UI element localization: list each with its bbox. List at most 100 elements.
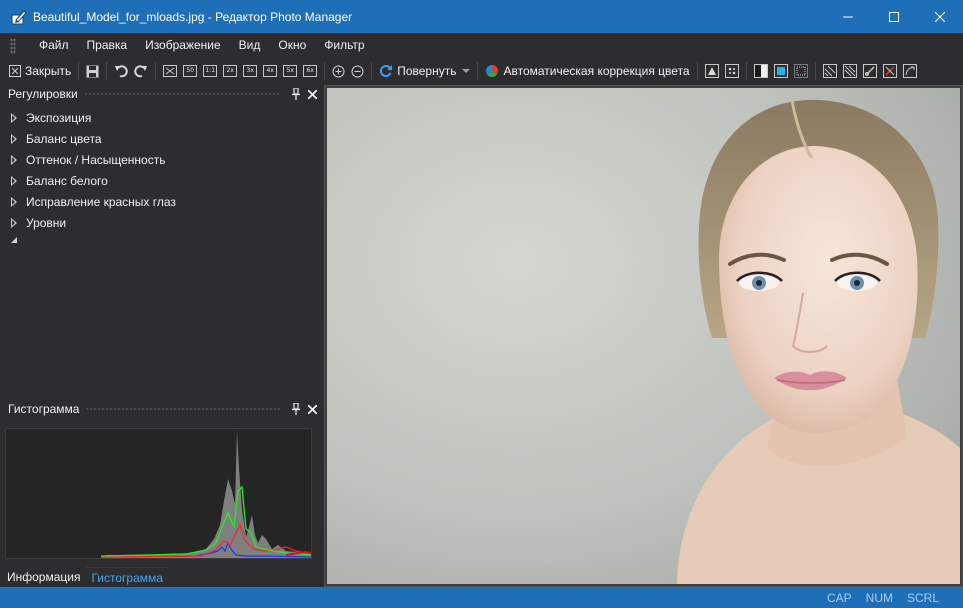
frame-button[interactable]	[771, 60, 791, 82]
zoom-in-icon	[332, 65, 345, 77]
adjustments-panel-header[interactable]: Регулировки	[3, 85, 319, 103]
maximize-button[interactable]	[871, 0, 917, 33]
zoom-50-label: 50	[183, 65, 198, 77]
menu-window[interactable]: Окно	[269, 33, 315, 58]
histogram-svg	[6, 431, 312, 558]
effect-button-2[interactable]	[840, 60, 860, 82]
grid-icon	[793, 64, 808, 78]
zoom-in-button[interactable]	[329, 60, 348, 82]
toolbar-separator	[78, 62, 80, 80]
invert-button[interactable]	[751, 60, 771, 82]
window-title: Beautiful_Model_for_mloads.jpg - Редакто…	[33, 9, 353, 24]
zoom-out-button[interactable]	[348, 60, 367, 82]
tab-information[interactable]: Информация	[3, 567, 84, 587]
zoom-6x-label: 6x	[303, 65, 318, 77]
status-scroll-lock: SCRL	[906, 590, 939, 605]
maximize-icon	[889, 11, 899, 22]
adjustment-item-label: Исправление красных глаз	[26, 194, 176, 209]
rotate-icon	[380, 65, 393, 77]
zoom-1-1-label: 1:1	[203, 65, 218, 77]
close-image-button[interactable]: Закрыть	[6, 60, 74, 82]
menu-file[interactable]: Файл	[30, 33, 78, 58]
close-box-icon	[9, 65, 21, 77]
close-panel-button[interactable]	[305, 87, 319, 101]
expand-arrow-icon	[11, 196, 17, 207]
fit-to-window-button[interactable]	[160, 60, 180, 82]
expand-arrow-icon	[11, 112, 17, 123]
effect-button-1[interactable]	[820, 60, 840, 82]
adjustment-item-exposure[interactable]: Экспозиция	[8, 107, 308, 128]
adjustment-item-color-balance[interactable]: Баланс цвета	[8, 128, 308, 149]
adjustment-item-label: Экспозиция	[26, 110, 92, 125]
histogram-graph	[5, 428, 312, 559]
menu-view[interactable]: Вид	[230, 33, 270, 58]
zoom-6x-button[interactable]: 6x	[300, 60, 320, 82]
histogram-panel-header[interactable]: Гистограмма	[3, 400, 319, 418]
zoom-50-button[interactable]: 50	[180, 60, 200, 82]
close-panel-button[interactable]	[305, 402, 319, 416]
left-dock-pane: Регулировки Экспозиция Баланс цвета Отте…	[0, 85, 322, 587]
toolbar-separator	[814, 62, 816, 80]
sharpen-icon	[704, 64, 719, 78]
undo-icon	[115, 65, 128, 78]
tab-histogram[interactable]: Гистограмма	[86, 567, 168, 587]
title-bar[interactable]: Beautiful_Model_for_mloads.jpg - Редакто…	[0, 0, 963, 33]
effect-button-4[interactable]	[880, 60, 900, 82]
undo-button[interactable]	[111, 60, 131, 82]
photo-canvas[interactable]	[327, 88, 960, 584]
adjustment-item-label: Уровни	[26, 215, 67, 230]
adjustment-item-white-balance[interactable]: Баланс белого	[8, 170, 308, 191]
brush-icon	[862, 64, 877, 78]
portrait-photo-image	[327, 88, 960, 584]
effect-button-5[interactable]	[900, 60, 920, 82]
zoom-5x-button[interactable]: 5x	[280, 60, 300, 82]
toolbar-separator	[106, 62, 108, 80]
redo-button[interactable]	[131, 60, 151, 82]
expand-arrow-icon	[11, 217, 17, 228]
save-icon	[86, 65, 99, 77]
close-icon	[307, 404, 317, 414]
histogram-luminance-area	[6, 431, 311, 558]
menu-image[interactable]: Изображение	[136, 33, 230, 58]
frame-icon	[773, 64, 788, 78]
minimize-button[interactable]	[825, 0, 871, 33]
hatch-icon	[842, 64, 857, 78]
effect-button-3[interactable]	[860, 60, 880, 82]
adjustment-item-label: Оттенок / Насыщенность	[26, 152, 166, 167]
zoom-4x-label: 4x	[263, 65, 278, 77]
menu-grip-handle[interactable]	[10, 37, 16, 54]
panel-grip	[85, 406, 281, 412]
diagonal-lines-icon	[822, 64, 837, 78]
close-image-label: Закрыть	[25, 64, 72, 78]
pin-button[interactable]	[289, 402, 303, 416]
rotate-dropdown[interactable]: Повернуть	[376, 60, 473, 82]
close-window-button[interactable]	[917, 0, 963, 33]
zoom-4x-button[interactable]: 4x	[260, 60, 280, 82]
noise-icon	[724, 64, 739, 78]
auto-color-correction-button[interactable]: Автоматическая коррекция цвета	[482, 60, 692, 82]
menu-edit[interactable]: Правка	[78, 33, 137, 58]
save-button[interactable]	[83, 60, 102, 82]
adjustments-panel-title: Регулировки	[8, 87, 78, 101]
status-caps-lock: CAP	[826, 590, 852, 605]
sharpen-button[interactable]	[702, 60, 722, 82]
zoom-2x-button[interactable]: 2x	[220, 60, 240, 82]
expand-arrow-icon	[11, 154, 17, 165]
menu-filter[interactable]: Фильтр	[315, 33, 373, 58]
noise-button[interactable]	[722, 60, 742, 82]
adjustment-item-red-eye[interactable]: Исправление красных глаз	[8, 191, 308, 212]
redo-icon	[134, 65, 148, 78]
status-bar: CAP NUM SCRL	[0, 587, 963, 608]
zoom-3x-button[interactable]: 3x	[240, 60, 260, 82]
pin-button[interactable]	[289, 87, 303, 101]
adjustment-item-hue-saturation[interactable]: Оттенок / Насыщенность	[8, 149, 308, 170]
adjustment-item-label: Баланс цвета	[26, 131, 102, 146]
close-icon	[307, 89, 317, 99]
adjustments-list: Экспозиция Баланс цвета Оттенок / Насыще…	[8, 107, 308, 233]
zoom-1-1-button[interactable]: 1:1	[200, 60, 220, 82]
adjustment-item-levels[interactable]: Уровни	[8, 212, 308, 233]
panel-grip	[83, 91, 281, 97]
toolbar-separator	[745, 62, 747, 80]
image-viewer[interactable]	[324, 85, 963, 587]
grid-button[interactable]	[791, 60, 811, 82]
